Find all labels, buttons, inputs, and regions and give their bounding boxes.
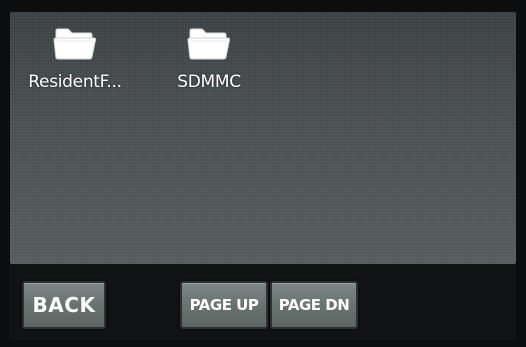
device-screen: ResidentF... SDMMC BACK PAGE UP PAGE DN (0, 0, 526, 347)
page-down-button[interactable]: PAGE DN (270, 281, 358, 329)
folder-label: SDMMC (177, 72, 241, 92)
folder-icon (187, 28, 231, 60)
folder-item-residentf[interactable]: ResidentF... (10, 26, 140, 92)
navigation-toolbar: BACK PAGE UP PAGE DN (10, 264, 516, 340)
folder-icon (53, 28, 97, 60)
file-browser-pane: ResidentF... SDMMC (10, 12, 516, 264)
page-up-button[interactable]: PAGE UP (180, 281, 268, 329)
back-button[interactable]: BACK (22, 281, 106, 329)
folder-label: ResidentF... (28, 72, 122, 92)
folder-item-sdmmc[interactable]: SDMMC (144, 26, 274, 92)
